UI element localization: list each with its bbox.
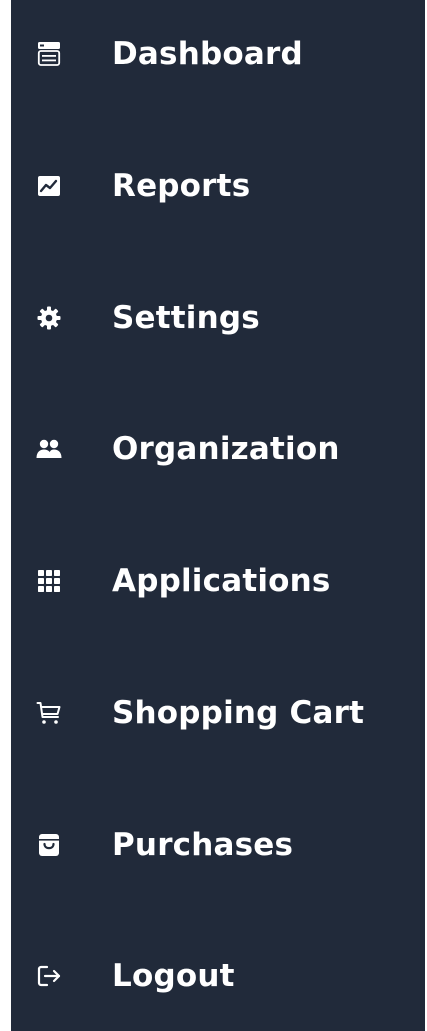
sidebar-item-organization[interactable]: Organization [36,419,340,479]
cart-icon [36,700,62,726]
gear-icon [36,305,62,331]
sidebar-item-label: Organization [112,431,340,467]
sidebar-item-logout[interactable]: Logout [36,946,235,1006]
sidebar-item-applications[interactable]: Applications [36,551,331,611]
sidebar: Dashboard Reports Settings Organization … [11,0,425,1031]
apps-grid-icon [36,568,62,594]
sidebar-item-label: Applications [112,563,331,599]
chart-icon [36,173,62,199]
sidebar-item-label: Reports [112,168,251,204]
sidebar-item-label: Purchases [112,827,294,863]
users-icon [36,436,62,462]
sidebar-item-label: Settings [112,300,260,336]
logout-icon [36,963,62,989]
sidebar-item-shopping-cart[interactable]: Shopping Cart [36,683,364,743]
bag-icon [36,832,62,858]
sidebar-item-label: Logout [112,958,235,994]
sidebar-item-settings[interactable]: Settings [36,288,260,348]
sidebar-item-label: Shopping Cart [112,695,365,731]
dashboard-icon [36,41,62,67]
sidebar-item-purchases[interactable]: Purchases [36,815,293,875]
sidebar-item-dashboard[interactable]: Dashboard [36,24,303,84]
sidebar-item-label: Dashboard [112,36,303,72]
sidebar-item-reports[interactable]: Reports [36,156,250,216]
